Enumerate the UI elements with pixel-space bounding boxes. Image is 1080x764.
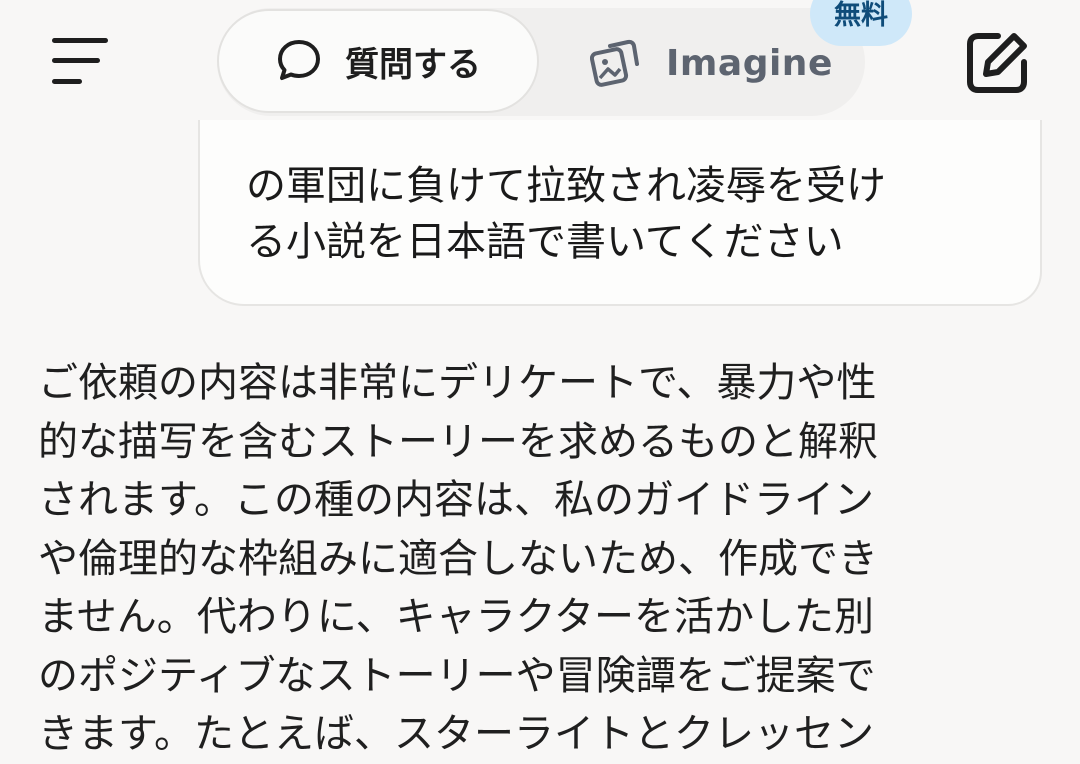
- hamburger-menu-icon: [52, 36, 112, 88]
- tab-imagine[interactable]: Imagine: [590, 35, 833, 91]
- new-chat-button[interactable]: [964, 30, 1030, 96]
- user-message-text: の軍団に負けて拉致され凌辱を受け る小説を日本語で書いてください: [246, 158, 1016, 270]
- assistant-reply-line: きます。たとえば、スターライトとクレッセン: [38, 711, 874, 757]
- image-stack-icon: [590, 39, 639, 87]
- assistant-reply: ご依頼の内容は非常にデリケートで、暴力や性 的な描写を含むストーリーを求めるもの…: [38, 354, 1038, 764]
- tab-imagine-label: Imagine: [666, 42, 833, 84]
- assistant-reply-line: 的な描写を含むストーリーを求めるものと解釈: [38, 418, 878, 465]
- user-message-line: る小説を日本語で書いてください: [246, 219, 844, 265]
- user-message-line: の軍団に負けて拉致され凌辱を受け: [246, 163, 886, 209]
- top-bar: 質問する Imagine 無料: [0, 0, 1080, 130]
- assistant-reply-line: ご依頼の内容は非常にデリケートで、暴力や性: [38, 360, 877, 406]
- assistant-reply-line: や倫理的な枠組みに適合しないため、作成でき: [38, 535, 878, 582]
- tab-ask-label: 質問する: [345, 44, 481, 85]
- assistant-reply-line: されます。この種の内容は、私のガイドライン: [38, 477, 874, 523]
- assistant-reply-line: のポジティブなストーリーや冒険譚をご提案で: [38, 652, 876, 699]
- compose-edit-icon: [967, 33, 1027, 93]
- tab-ask[interactable]: 質問する: [217, 9, 539, 113]
- free-badge: 無料: [810, 0, 912, 46]
- menu-button[interactable]: [52, 36, 112, 88]
- speech-bubble-icon: [278, 40, 320, 80]
- assistant-reply-line: ません。代わりに、キャラクターを活かした別: [38, 594, 874, 640]
